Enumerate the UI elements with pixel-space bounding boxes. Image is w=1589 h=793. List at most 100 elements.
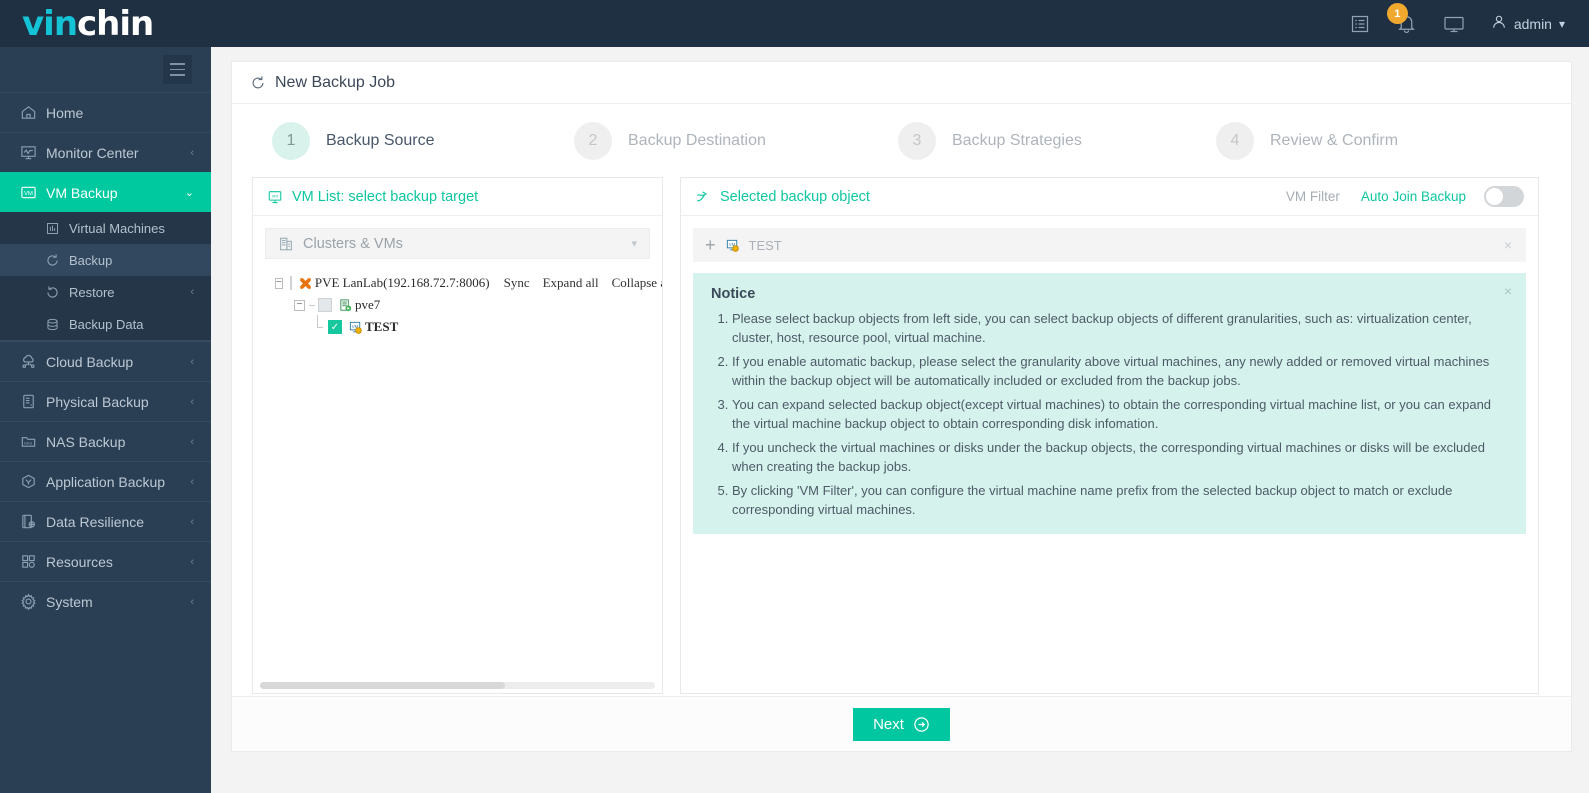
tree-actions: Sync Expand all Collapse all [504,275,662,291]
sidebar-item-application-backup[interactable]: Application Backup ‹ [0,461,211,501]
sidebar-item-data-resilience[interactable]: Data Resilience ‹ [0,501,211,541]
sidebar-item-virtual-machines[interactable]: Virtual Machines [0,212,211,244]
step-label: Backup Strategies [952,131,1082,149]
vm-yellow-icon: VM [348,320,363,335]
notice-item: If you enable automatic backup, please s… [732,353,1508,390]
sidebar-item-resources[interactable]: Resources ‹ [0,541,211,581]
chevron-icon: ‹ [190,355,194,368]
selected-object-row[interactable]: + VM TEST × [693,228,1526,262]
vm-list-icon: vm [267,189,283,205]
sync-button[interactable]: Sync [504,275,530,291]
wizard-step-2[interactable]: 2 Backup Destination [574,121,898,160]
sidebar-item-backup[interactable]: Backup [0,244,211,276]
sidebar-item-label: Physical Backup [46,393,149,410]
notice-box: × Notice Please select backup objects fr… [693,273,1526,534]
cluster-icon [278,236,294,252]
logo-part-2: chin [77,3,154,44]
step-label: Review & Confirm [1270,131,1399,149]
horizontal-scrollbar[interactable] [260,682,655,689]
tree-checkbox[interactable] [318,298,332,312]
step-number: 2 [574,121,612,160]
vm-list-panel: vm VM List: select backup target Cluster… [252,177,663,694]
notice-item: If you uncheck the virtual machines or d… [732,439,1508,476]
resilience-icon [20,513,46,530]
close-icon[interactable]: × [1504,283,1512,299]
host-icon [338,298,353,313]
clusters-vms-select[interactable]: Clusters & VMs ▾ [265,228,650,259]
vm-list-panel-body: Clusters & VMs ▾ − PVE LanLab(192.168.72… [253,216,662,693]
sidebar-item-label: NAS Backup [46,433,126,450]
wizard-card: New Backup Job 1 Backup Source 2 Backup … [231,61,1572,752]
selected-object-panel: Selected backup object VM Filter Auto Jo… [680,177,1539,694]
expander-icon[interactable]: − [294,299,305,311]
expand-plus-icon[interactable]: + [705,236,716,254]
expander-icon[interactable]: − [275,277,283,289]
notification-badge: 1 [1386,3,1408,24]
wizard-step-1[interactable]: 1 Backup Source [272,121,574,160]
selected-object-panel-body: + VM TEST × × Notice Plea [681,216,1538,693]
tasks-icon[interactable] [1350,14,1370,34]
sidebar-item-backup-data[interactable]: Backup Data [0,308,211,340]
sidebar-item-cloud-backup[interactable]: Cloud Backup ‹ [0,341,211,381]
monitor-icon[interactable] [1443,14,1465,34]
chevron-down-icon: ⌄ [184,187,194,199]
tree-label: TEST [365,319,399,334]
collapse-all-button[interactable]: Collapse all [612,275,662,291]
tree-checkbox[interactable]: ✓ [328,320,342,334]
tree-row-vm[interactable]: ✓ VM TEST [265,314,650,338]
vm-icon: VM [20,184,46,201]
app-logo[interactable]: vinchin [22,3,154,44]
sidebar-subitem-label: Backup [69,252,113,268]
vm-filter-button[interactable]: VM Filter [1286,189,1340,204]
sidebar-item-label: Monitor Center [46,144,139,161]
server-icon [20,393,46,410]
refresh-icon [45,253,69,268]
svg-text:VM: VM [24,191,33,197]
bell-icon[interactable]: 1 [1386,3,1417,34]
sidebar-item-physical-backup[interactable]: Physical Backup ‹ [0,381,211,421]
chevron-icon: ‹ [190,395,194,408]
wizard-footer: Next [232,696,1571,751]
next-button-label: Next [873,715,904,733]
menu-toggle-button[interactable] [163,55,192,84]
expand-all-button[interactable]: Expand all [543,275,599,291]
svg-text:vm: vm [272,193,278,198]
wizard-step-4[interactable]: 4 Review & Confirm [1216,121,1531,160]
tree-checkbox[interactable] [289,276,292,290]
chevron-icon: ‹ [190,555,194,568]
chevron-icon: ‹ [190,146,194,159]
sidebar-item-nas-backup[interactable]: NAS NAS Backup ‹ [0,421,211,461]
step-label: Backup Destination [628,131,766,149]
refresh-icon [250,75,266,91]
step-label: Backup Source [326,131,435,149]
vm-yellow-icon: VM [725,238,740,253]
clusters-vms-value: Clusters & VMs [303,235,403,252]
vm-list-panel-header: vm VM List: select backup target [253,178,662,216]
auto-join-backup-label[interactable]: Auto Join Backup [1361,189,1466,204]
chevron-icon: ‹ [190,286,194,298]
next-button[interactable]: Next [853,707,950,741]
remove-object-button[interactable]: × [1504,237,1512,253]
tree-row-datacenter[interactable]: − PVE LanLab(192.168.72.7:8006) Sync Exp… [265,272,662,294]
sidebar-submenu-vm-backup: Virtual Machines Backup Restore ‹ Backup… [0,212,211,341]
gear-icon [20,593,46,610]
arrow-branch-icon [695,189,711,205]
vm-tree: − PVE LanLab(192.168.72.7:8006) Sync Exp… [265,272,662,338]
user-menu[interactable]: admin ▾ [1491,14,1565,33]
sidebar-item-vm-backup[interactable]: VM VM Backup ⌄ [0,172,211,212]
sidebar-item-label: Application Backup [46,473,166,490]
sidebar-item-home[interactable]: Home [0,92,211,132]
sidebar-item-monitor-center[interactable]: Monitor Center ‹ [0,132,211,172]
chart-icon [45,221,69,236]
sidebar-item-restore[interactable]: Restore ‹ [0,276,211,308]
notice-title: Notice [711,286,756,302]
sidebar-subitem-label: Restore [69,284,115,300]
monitor-center-icon [20,144,46,161]
app-root: vinchin 1 admin ▾ Home Monitor Center ‹ … [0,0,1589,793]
wizard-step-3[interactable]: 3 Backup Strategies [898,121,1216,160]
page-title: New Backup Job [275,73,396,91]
tree-row-host[interactable]: − pve7 [265,294,650,316]
auto-join-backup-toggle[interactable] [1484,186,1524,207]
sidebar-item-system[interactable]: System ‹ [0,581,211,621]
sidebar-toggle-row [0,47,211,92]
